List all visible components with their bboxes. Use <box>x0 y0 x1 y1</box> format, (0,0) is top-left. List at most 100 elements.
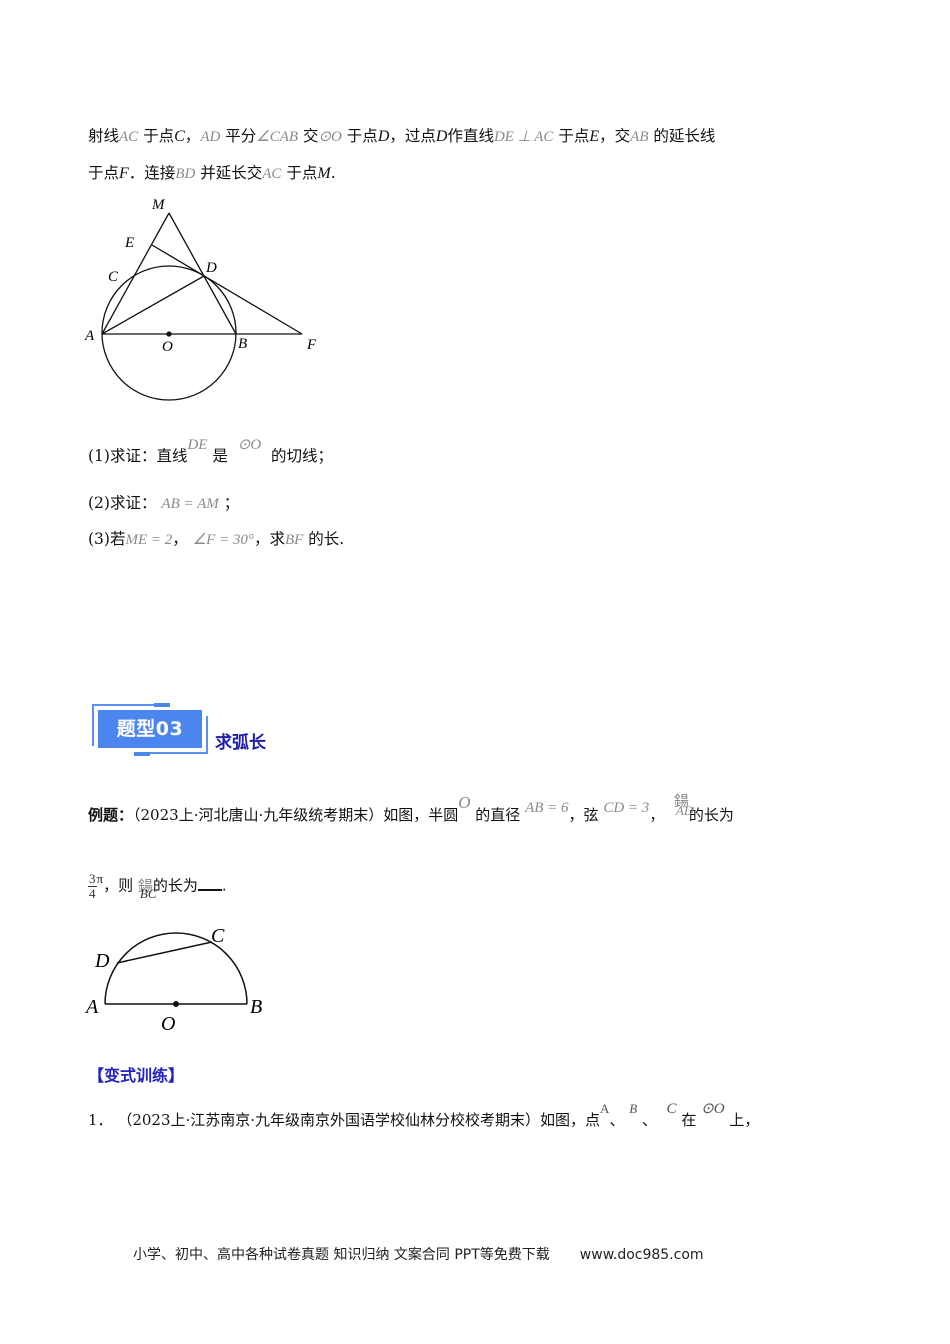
example-text-1: （2023上·河北唐山·九年级统考期末）如图，半圆 <box>133 806 459 824</box>
variant-math-a: A <box>600 1101 610 1116</box>
variant-text-1: （2023上·江苏南京·九年级南京外国语学校仙林分校校考期末）如图，点 <box>117 1111 601 1129</box>
center-point-o <box>173 1001 179 1007</box>
label-m: M <box>151 197 166 213</box>
label-d: D <box>205 260 217 276</box>
arc-ad-label: AD <box>675 803 694 818</box>
text-segment: 于点 <box>281 164 318 182</box>
label-c: C <box>108 269 119 285</box>
example-line-1: 例题：（2023上·河北唐山·九年级统考期末）如图，半圆O 的直径 AB = 6… <box>88 792 734 826</box>
text-segment: 于点 <box>341 127 378 145</box>
q3-suffix: 的长. <box>308 530 345 548</box>
footer-text: 小学、初中、高中各种试卷真题 知识归纳 文案合同 PPT等免费下载 <box>133 1247 550 1263</box>
text-segment: 于点 <box>138 127 175 145</box>
text-segment: ， <box>184 127 201 145</box>
label-f: F <box>306 337 317 353</box>
label-o: O <box>161 1013 175 1035</box>
q3-prefix: (3)若 <box>88 530 126 548</box>
math-segment: D <box>377 128 390 145</box>
example-text-6: ，则 <box>103 876 134 895</box>
example-math-ab: AB = 6 <box>525 800 569 816</box>
question-1: (1)求证：直线DE 是 ⊙O 的切线； <box>88 437 333 467</box>
section-title: 求弧长 <box>215 733 266 753</box>
geometry-figure-semicircle: A B C D O <box>84 925 262 1035</box>
center-point-o <box>166 331 172 337</box>
example-line-2: 3 4 π，则 鍚 BC 的长为. <box>88 870 227 901</box>
q3-sep: ， <box>172 530 188 548</box>
answer-blank[interactable] <box>197 875 222 891</box>
q3-mid: ，求 <box>253 530 285 548</box>
math-segment: AC <box>262 166 282 182</box>
q2-prefix: (2)求证： <box>88 494 157 512</box>
q1-math-circle-o: ⊙O <box>237 437 262 453</box>
segment-mb <box>168 212 237 335</box>
frac-den: 4 <box>89 886 96 901</box>
problem-intro-line-1: 射线AC 于点C，AD 平分∠CAB 交⊙O 于点D，过点D作直线DE ⊥ AC… <box>88 126 715 147</box>
footer-link[interactable]: www.doc985.com <box>580 1247 704 1263</box>
text-segment: 于点 <box>553 127 590 145</box>
example-text-3: ，弦 <box>568 806 599 824</box>
example-text-5: 的长为 <box>688 806 734 824</box>
example-math-cd: CD = 3 <box>603 800 650 816</box>
arc-ad: 鍚 AD <box>674 792 693 825</box>
text-segment: ．连接 <box>128 164 176 182</box>
fraction-three-quarters: 34 <box>88 872 97 901</box>
text-segment: ，交 <box>599 127 631 145</box>
variant-sep-2: 、 <box>641 1111 657 1129</box>
problem-intro-line-2: 于点F．连接BD 并延长交AC 于点M. <box>88 163 336 184</box>
question-2: (2)求证： AB = AM ； <box>88 493 239 514</box>
example-text-7: 的长为 <box>152 876 198 895</box>
variant-training-heading: 【变式训练】 <box>88 1066 185 1085</box>
math-segment: AC <box>119 129 139 145</box>
example-text-2: 的直径 <box>475 806 521 824</box>
text-segment: . <box>330 164 336 182</box>
example-math-o: O <box>458 793 471 812</box>
math-segment: DE ⊥ AC <box>493 129 554 145</box>
badge-tick-bottom <box>134 752 150 756</box>
label-o: O <box>162 339 173 355</box>
variant-math-circle-o: ⊙O <box>701 1101 725 1117</box>
q3-math-angle-f: ∠F = 30° <box>192 532 254 548</box>
label-b: B <box>238 336 247 352</box>
label-c: C <box>211 925 225 947</box>
q2-suffix: ； <box>223 494 240 512</box>
arc-bc: 鍚 BC <box>138 876 157 901</box>
variant-math-b: B <box>629 1101 638 1116</box>
math-segment: C <box>174 128 185 145</box>
variant-math-c: C <box>666 1101 677 1117</box>
arc-bc-label: BC <box>139 885 157 901</box>
q1-math-de: DE <box>187 437 208 453</box>
math-segment: AB <box>630 129 649 145</box>
label-d: D <box>94 950 110 972</box>
math-segment: ∠CAB <box>256 129 299 145</box>
text-segment: 并延长交 <box>195 164 263 182</box>
badge-tick-top <box>154 703 170 707</box>
q1-mid: 是 <box>212 447 228 465</box>
item-number: 1． <box>88 1111 113 1129</box>
example-text-8: . <box>221 876 227 895</box>
math-segment: D <box>435 128 448 145</box>
math-segment: BD <box>175 166 196 182</box>
variant-item-1: 1． （2023上·江苏南京·九年级南京外国语学校仙林分校校考期末）如图，点A、… <box>88 1101 760 1131</box>
label-a: A <box>84 996 99 1018</box>
variant-sep-1: 、 <box>609 1111 625 1129</box>
q2-math: AB = AM <box>161 496 219 512</box>
text-segment: 交 <box>298 127 319 145</box>
frac-num: 3 <box>88 871 97 887</box>
badge-label: 题型03 <box>98 710 202 748</box>
text-segment: 的延长线 <box>648 127 716 145</box>
text-segment: 射线 <box>88 127 120 145</box>
label-b: B <box>250 996 262 1018</box>
math-segment: F <box>119 165 129 182</box>
text-segment: 于点 <box>88 164 120 182</box>
semicircle-arc <box>104 932 248 1005</box>
q3-math-bf: BF <box>284 532 304 548</box>
segment-ef <box>151 244 303 335</box>
chord-cd <box>116 941 213 964</box>
q3-math-me: ME = 2 <box>125 532 173 548</box>
pi-symbol: π <box>96 870 104 886</box>
variant-text-3: 上， <box>729 1111 760 1129</box>
text-segment: 作直线 <box>447 127 494 145</box>
math-segment: M <box>317 165 331 182</box>
example-label: 例题： <box>88 806 134 824</box>
geometry-figure-circle-tangent: M E C D A O B F <box>84 197 317 401</box>
